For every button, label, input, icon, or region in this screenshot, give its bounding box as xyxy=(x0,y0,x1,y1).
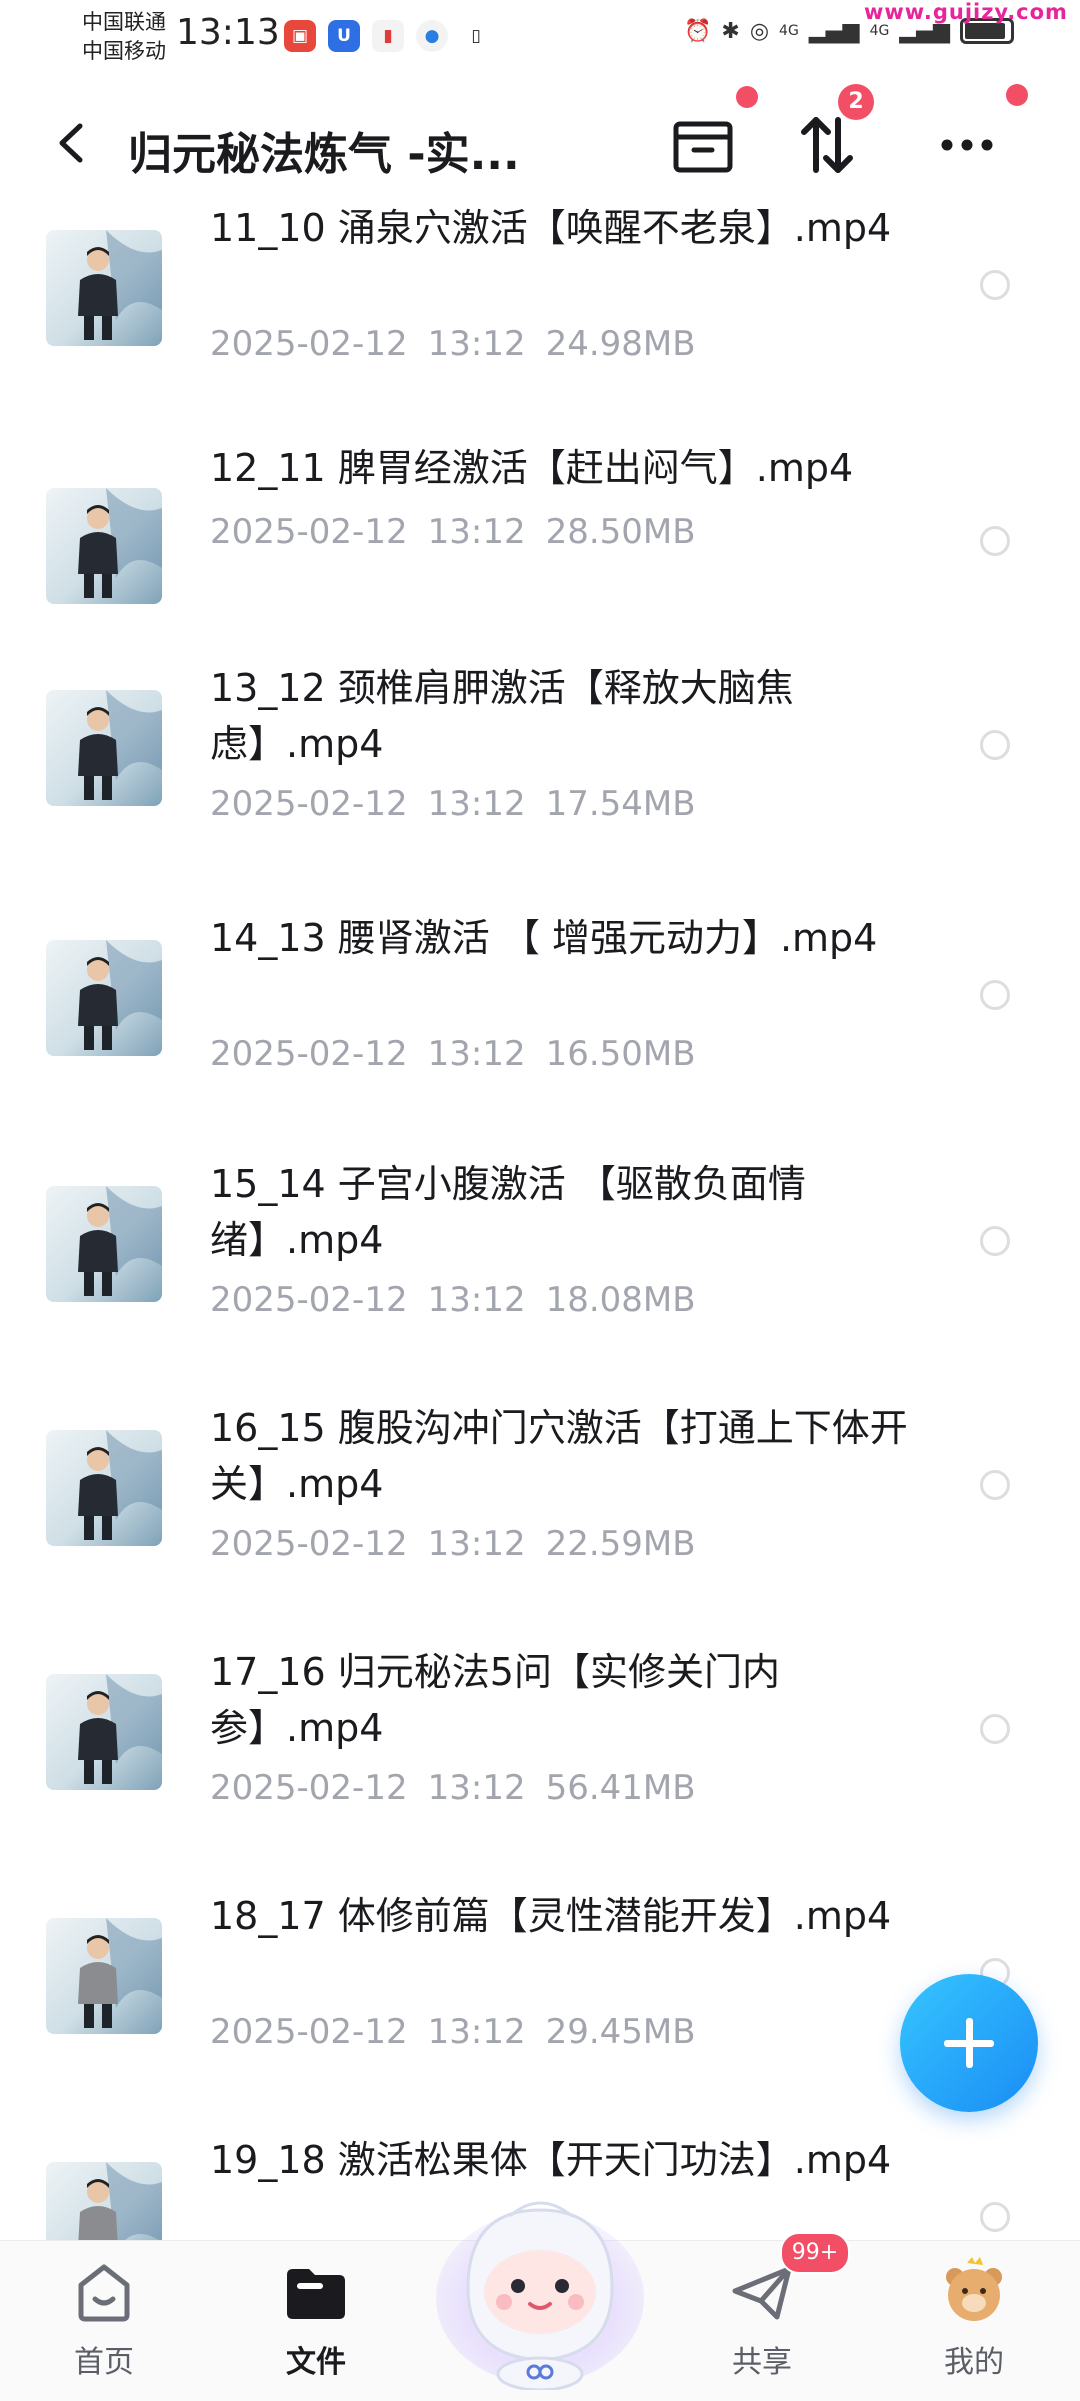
file-date: 2025-02-12 xyxy=(210,784,408,824)
file-name: 11_10 涌泉穴激活【唤醒不老泉】.mp4 xyxy=(210,206,892,250)
tab-mine[interactable]: 我的 xyxy=(904,2257,1044,2381)
bluetooth-icon: ✱ xyxy=(721,18,740,44)
home-icon xyxy=(78,2264,130,2322)
status-bar: 中国联通 中国移动 13:13 ▣ U ▮ ● ▯ ⏰ ✱ ◎ 4G ▂▄▆ 4… xyxy=(0,0,1080,80)
file-time: 13:12 xyxy=(427,784,526,824)
folder-icon xyxy=(287,2269,345,2319)
alarm-icon: ⏰ xyxy=(684,18,712,44)
file-size: 22.59MB xyxy=(545,1524,696,1564)
book-app-icon: ▮ xyxy=(372,20,404,52)
file-date: 2025-02-12 xyxy=(210,1280,408,1320)
tab-home-label: 首页 xyxy=(74,2345,134,2380)
huawei-app-icon: ▣ xyxy=(284,20,316,52)
tab-share-label: 共享 xyxy=(732,2345,792,2380)
file-time: 13:12 xyxy=(427,324,526,364)
archive-notification-dot xyxy=(736,86,758,108)
file-meta: 2025-02-12 13:12 18.08MB xyxy=(210,1280,716,1320)
file-date: 2025-02-12 xyxy=(210,1768,408,1808)
video-thumbnail xyxy=(46,488,162,604)
share-badge: 99+ xyxy=(780,2232,850,2274)
file-name: 13_12 颈椎肩胛激活【释放大脑焦虑】.mp4 xyxy=(210,666,794,766)
select-radio[interactable] xyxy=(980,1714,1010,1744)
sort-icon[interactable] xyxy=(792,110,862,180)
more-notification-dot xyxy=(1006,84,1028,106)
file-size: 56.41MB xyxy=(545,1768,696,1808)
file-meta: 2025-02-12 13:12 17.54MB xyxy=(210,784,716,824)
file-meta: 2025-02-12 13:12 28.50MB xyxy=(210,512,716,552)
file-size: 16.50MB xyxy=(545,1034,696,1074)
video-thumbnail xyxy=(46,1674,162,1790)
file-time: 13:12 xyxy=(427,2012,526,2052)
sort-badge: 2 xyxy=(838,84,874,120)
video-thumbnail xyxy=(46,1918,162,2034)
file-size: 17.54MB xyxy=(545,784,696,824)
tab-mine-label: 我的 xyxy=(944,2345,1004,2380)
file-meta: 2025-02-12 13:12 56.41MB xyxy=(210,1768,716,1808)
video-thumbnail xyxy=(46,1430,162,1546)
add-button[interactable] xyxy=(900,1974,1038,2112)
file-name: 18_17 体修前篇【灵性潜能开发】.mp4 xyxy=(210,1894,892,1938)
signal-1-icon: ▂▄▆ xyxy=(808,18,860,44)
file-date: 2025-02-12 xyxy=(210,324,408,364)
tab-files[interactable]: 文件 xyxy=(246,2257,386,2381)
bear-avatar-icon xyxy=(946,2257,1002,2321)
file-meta: 2025-02-12 13:12 16.50MB xyxy=(210,1034,716,1074)
file-date: 2025-02-12 xyxy=(210,512,408,552)
file-time: 13:12 xyxy=(427,1280,526,1320)
app-header: 归元秘法炼气 -实... 2 xyxy=(0,84,1080,200)
watermark-text: www.gujizy.com xyxy=(864,0,1068,24)
video-thumbnail xyxy=(46,690,162,806)
file-size: 29.45MB xyxy=(545,2012,696,2052)
folder-title: 归元秘法炼气 -实... xyxy=(128,129,520,180)
mascot-assistant-icon[interactable] xyxy=(432,2170,648,2390)
select-radio[interactable] xyxy=(980,526,1010,556)
file-date: 2025-02-12 xyxy=(210,1524,408,1564)
globe-app-icon: ● xyxy=(416,20,448,52)
tab-home[interactable]: 首页 xyxy=(34,2257,174,2381)
select-radio[interactable] xyxy=(980,1226,1010,1256)
video-thumbnail xyxy=(46,940,162,1056)
file-time: 13:12 xyxy=(427,1034,526,1074)
file-name: 14_13 腰肾激活 【 增强元动力】.mp4 xyxy=(210,916,878,960)
file-time: 13:12 xyxy=(427,512,526,552)
tab-files-label: 文件 xyxy=(286,2345,346,2380)
file-time: 13:12 xyxy=(427,1768,526,1808)
file-name: 17_16 归元秘法5问【实修关门内参】.mp4 xyxy=(210,1650,780,1750)
file-meta: 2025-02-12 13:12 29.45MB xyxy=(210,2012,716,2052)
file-date: 2025-02-12 xyxy=(210,1034,408,1074)
file-meta: 2025-02-12 13:12 22.59MB xyxy=(210,1524,716,1564)
file-size: 18.08MB xyxy=(545,1280,696,1320)
file-name: 12_11 脾胃经激活【赶出闷气】.mp4 xyxy=(210,446,854,490)
network-1-label: 4G xyxy=(779,23,799,39)
archive-box-icon[interactable] xyxy=(668,110,738,180)
select-radio[interactable] xyxy=(980,270,1010,300)
hotspot-icon: ◎ xyxy=(749,18,770,44)
carrier-1: 中国联通 xyxy=(82,10,166,34)
carrier-info: 中国联通 中国移动 xyxy=(82,8,166,66)
file-size: 28.50MB xyxy=(545,512,696,552)
select-radio[interactable] xyxy=(980,980,1010,1010)
select-radio[interactable] xyxy=(980,2202,1010,2232)
video-thumbnail xyxy=(46,1186,162,1302)
browser-app-icon: U xyxy=(328,20,360,52)
vibrate-icon: ▯ xyxy=(471,26,481,46)
file-name: 15_14 子宫小腹激活 【驱散负面情绪】.mp4 xyxy=(210,1162,806,1262)
select-radio[interactable] xyxy=(980,1470,1010,1500)
file-name: 16_15 腹股沟冲门穴激活【打通上下体开关】.mp4 xyxy=(210,1406,908,1506)
file-date: 2025-02-12 xyxy=(210,2012,408,2052)
network-2-label: 4G xyxy=(869,23,890,39)
file-meta: 2025-02-12 13:12 24.98MB xyxy=(210,324,716,364)
carrier-2: 中国移动 xyxy=(82,39,166,63)
notification-icons: ▣ U ▮ ● ▯ xyxy=(284,20,492,52)
file-time: 13:12 xyxy=(427,1524,526,1564)
more-options-icon[interactable] xyxy=(932,110,1002,180)
select-radio[interactable] xyxy=(980,730,1010,760)
tab-share[interactable]: 共享 xyxy=(692,2257,832,2381)
file-size: 24.98MB xyxy=(545,324,696,364)
video-thumbnail xyxy=(46,230,162,346)
status-time: 13:13 xyxy=(176,12,280,53)
back-arrow-icon[interactable] xyxy=(48,118,98,168)
